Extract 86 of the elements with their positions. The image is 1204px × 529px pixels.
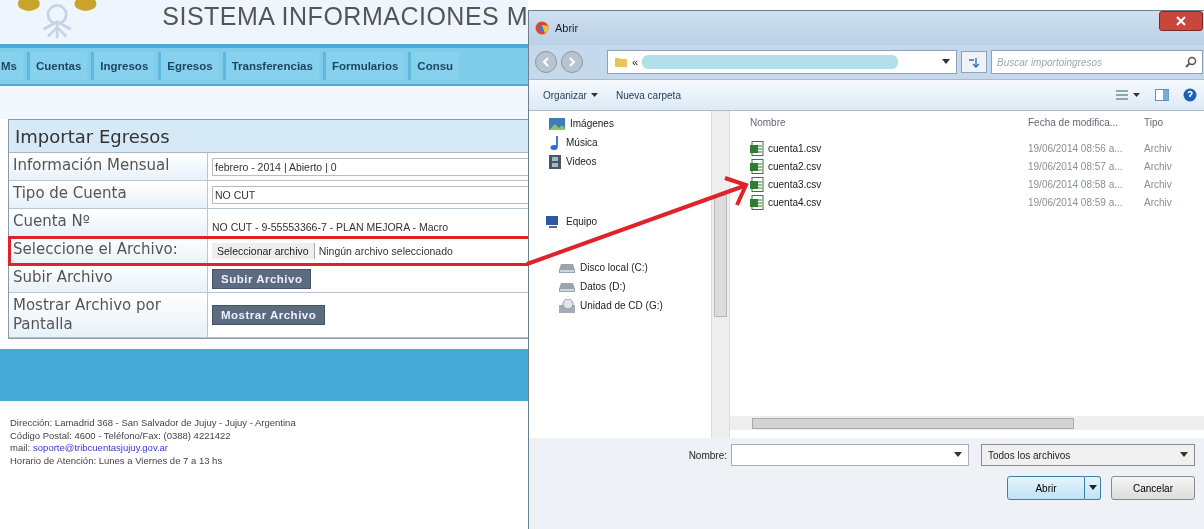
spreadsheet-icon: [750, 140, 764, 156]
pictures-icon: [549, 117, 565, 130]
action-button[interactable]: Mostrar Archivo: [212, 305, 326, 325]
drive-icon: [559, 261, 575, 274]
spreadsheet-icon: [750, 194, 764, 210]
close-button[interactable]: [1159, 11, 1203, 31]
preview-pane-button[interactable]: [1153, 87, 1171, 103]
nav-item[interactable]: Disco local (C:): [545, 259, 711, 276]
footer-text: mail:: [10, 442, 31, 455]
back-button[interactable]: [535, 51, 557, 73]
filename-field[interactable]: [731, 444, 969, 466]
music-note-icon: [549, 134, 561, 151]
form-title: Importar Egresos: [9, 120, 528, 153]
address-bar[interactable]: «: [607, 50, 957, 74]
field-label: Seleccione el Archivo:: [9, 237, 208, 264]
help-icon: [1183, 88, 1197, 102]
file-row[interactable]: cuenta1.csv 19/06/2014 08:56 a... Archiv: [730, 139, 1204, 157]
toolbar-button[interactable]: Nueva carpeta: [611, 87, 685, 103]
dropdown-icon: [942, 59, 950, 65]
menu-item[interactable]: Ingresos: [91, 52, 155, 80]
back-icon: [541, 57, 551, 67]
search-icon: [1185, 56, 1197, 68]
field-label: Tipo de Cuenta: [9, 181, 208, 208]
menu-item[interactable]: Ms: [0, 52, 23, 80]
view-icon: [1115, 89, 1141, 101]
field-label: Cuenta Nº: [9, 209, 208, 236]
column-header[interactable]: Tipo: [1140, 116, 1204, 128]
dropdown-icon: [954, 452, 962, 458]
nav-item[interactable]: Datos (D:): [545, 278, 711, 295]
field-label: Subir Archivo: [9, 265, 208, 292]
scrollbar[interactable]: [730, 416, 1204, 430]
nav-item[interactable]: Videos: [545, 153, 711, 170]
help-button[interactable]: [1181, 86, 1199, 104]
file-row[interactable]: cuenta4.csv 19/06/2014 08:59 a... Archiv: [730, 193, 1204, 211]
film-icon: [549, 154, 561, 169]
nav-item[interactable]: Música: [545, 134, 711, 151]
action-button[interactable]: Subir Archivo: [212, 268, 312, 289]
caret-icon: [590, 92, 598, 98]
field-label: Nombre:: [688, 449, 727, 461]
file-type-dropdown[interactable]: Todos los archivos: [981, 444, 1195, 466]
site-title: SISTEMA INFORMACIONES M: [162, 2, 528, 31]
dropdown-icon: [1180, 452, 1188, 458]
nav-item[interactable]: Unidad de CD (G:): [545, 297, 711, 314]
nav-item[interactable]: Equipo: [545, 213, 711, 230]
input-field[interactable]: NO CUT: [212, 185, 528, 204]
forward-icon: [567, 57, 577, 67]
field-label: Información Mensual: [9, 153, 208, 180]
footer-text: Horario de Atención: Lunes a Viernes de 7 a 13 hs: [10, 454, 224, 467]
menu-item[interactable]: Transferencias: [222, 52, 319, 80]
forward-button[interactable]: [561, 51, 583, 73]
menu-item[interactable]: Egresos: [158, 52, 219, 80]
app-icon: [535, 21, 549, 35]
open-button[interactable]: Abrir: [1007, 476, 1085, 500]
field-label: Mostrar Archivo por Pantalla: [9, 293, 208, 337]
menu-item[interactable]: Consu: [408, 52, 460, 80]
menu-item[interactable]: Cuentas: [27, 52, 88, 80]
pane-icon: [1155, 89, 1169, 101]
column-header[interactable]: Nombre: [730, 116, 1024, 128]
computer-icon: [545, 214, 561, 229]
refresh-button[interactable]: [961, 51, 987, 73]
input-field[interactable]: febrero - 2014 | Abierto | 0: [212, 157, 528, 176]
scrollbar[interactable]: [711, 111, 729, 438]
column-header[interactable]: Fecha de modifica...: [1024, 116, 1140, 128]
close-icon: [1176, 16, 1186, 26]
file-row[interactable]: cuenta3.csv 19/06/2014 08:58 a... Archiv: [730, 175, 1204, 193]
file-status: Ningún archivo seleccionado: [318, 244, 453, 257]
cd-drive-icon: [559, 298, 575, 313]
footer-text: Código Postal: 4600 - Teléfono/Fax: (0388) 4221422: [10, 429, 232, 442]
toolbar-button[interactable]: Organizar: [539, 87, 602, 103]
refresh-icon: [967, 56, 981, 68]
field-value: NO CUT - 9-55553366-7 - PLAN MEJORA - Macro: [212, 219, 449, 233]
drive-icon: [559, 280, 575, 293]
email-link[interactable]: soporte@tribcuentasjujuy.gov.ar: [33, 442, 169, 455]
folder-icon: [614, 55, 628, 69]
open-options-button[interactable]: [1085, 476, 1101, 500]
spreadsheet-icon: [750, 176, 764, 192]
spreadsheet-icon: [750, 158, 764, 174]
view-button[interactable]: [1113, 87, 1143, 103]
dialog-title: Abrir: [555, 22, 579, 34]
file-row[interactable]: cuenta2.csv 19/06/2014 08:57 a... Archiv: [730, 157, 1204, 175]
nav-item[interactable]: Imágenes: [545, 115, 711, 132]
cancel-button[interactable]: Cancelar: [1111, 476, 1195, 500]
choose-file-button[interactable]: Seleccionar archivo: [212, 242, 315, 259]
caret-icon: [1088, 485, 1097, 491]
menu-item[interactable]: Formularios: [322, 52, 405, 80]
footer-text: Dirección: Lamadrid 368 - San Salvador de Jujuy - Jujuy - Argentina: [10, 417, 297, 430]
